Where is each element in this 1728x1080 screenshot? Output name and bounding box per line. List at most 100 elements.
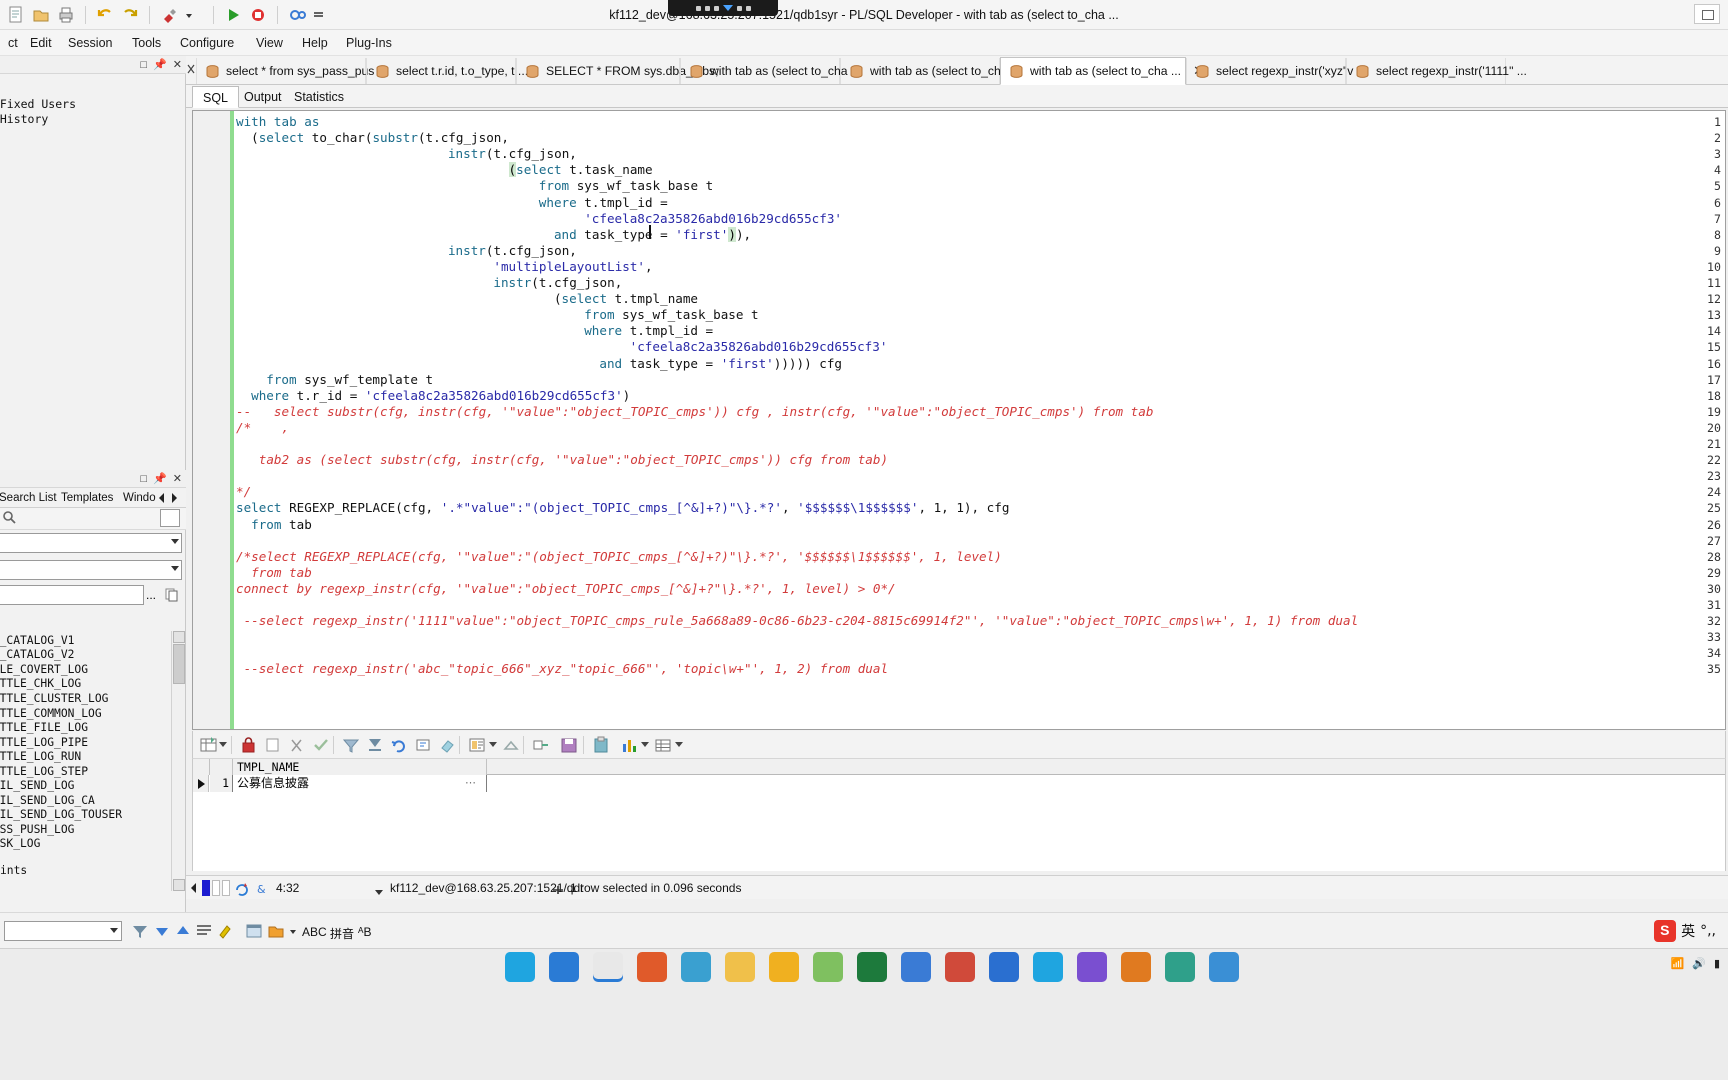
blue-circle-icon[interactable] <box>1209 952 1239 982</box>
code-line[interactable]: instr(t.cfg_json, <box>448 146 577 162</box>
code-line[interactable]: and task_type = 'first'))))) cfg <box>599 356 842 372</box>
close-icon[interactable]: ✕ <box>173 58 182 71</box>
tab-sql[interactable]: SQL <box>192 86 240 108</box>
tab-templates[interactable]: Templates <box>56 489 118 507</box>
chevron-down-icon[interactable] <box>641 742 649 747</box>
network-icon[interactable]: 📶 <box>1671 957 1685 970</box>
word-wps-icon[interactable] <box>945 952 975 982</box>
table-icon[interactable] <box>653 735 673 755</box>
menu-item-session[interactable]: Session <box>60 30 120 56</box>
eraser-icon[interactable] <box>437 735 457 755</box>
list-icon[interactable] <box>194 921 214 941</box>
filter-input[interactable] <box>0 585 144 605</box>
code-line[interactable]: 'multipleLayoutList', <box>493 259 652 275</box>
editor-tab-2[interactable]: SELECT * FROM sys.dba_jobs; <box>516 58 719 84</box>
list-item[interactable]: MAIL_SEND_LOG_TOUSER <box>0 808 122 823</box>
ellipsis-button[interactable]: ... <box>146 588 156 602</box>
code-line[interactable]: */ <box>236 484 251 500</box>
cell-tmpl-name[interactable]: 公募信息披露 <box>233 775 487 792</box>
editor-tab-1[interactable]: select t.r.id, t.o_type, t ... <box>366 58 528 84</box>
code-line[interactable]: from tab <box>251 565 312 581</box>
browser-row-history[interactable]: d History <box>0 112 48 127</box>
chrome-icon[interactable] <box>549 952 579 982</box>
sql-code-editor[interactable]: 1 2 3 4 5 6 7 8 9 10 11 12 13 14 15 16 17 18 19 20 21 22 23 24 2… <box>192 110 1726 730</box>
menu-item-help[interactable]: Help <box>294 30 336 56</box>
code-line[interactable]: tab2 as (select substr(cfg, instr(cfg, '… <box>236 452 888 468</box>
code-line[interactable]: connect by regexp_instr(cfg, '"value":"o… <box>236 581 896 597</box>
prev-arrow-icon[interactable] <box>156 491 168 505</box>
editor-tab-6[interactable]: select regexp_instr('xyz"v ... <box>1186 58 1367 84</box>
purple-app-icon[interactable] <box>1077 952 1107 982</box>
copy-icon[interactable] <box>263 735 283 755</box>
location-icon[interactable] <box>681 952 711 982</box>
list-item[interactable]: CA_CATALOG_V1 <box>0 634 74 649</box>
tab-output[interactable]: Output <box>234 86 292 108</box>
code-line[interactable]: /* , <box>236 420 289 436</box>
chevron-down-icon[interactable] <box>489 742 497 747</box>
search-mini-input[interactable] <box>160 509 180 527</box>
code-line[interactable]: 'cfeela8c2a35826abd016b29cd655cf3' <box>630 339 888 355</box>
restore-window-button[interactable] <box>1694 4 1720 24</box>
sort-down-icon[interactable] <box>152 921 172 941</box>
menu-item-plugins[interactable]: Plug-Ins <box>338 30 400 56</box>
code-line[interactable]: and task_type = 'first')), <box>554 226 751 243</box>
object-type-combo[interactable] <box>0 533 182 553</box>
check-icon[interactable] <box>311 735 331 755</box>
code-line[interactable]: instr(t.cfg_json, <box>448 243 577 259</box>
file-explorer-icon[interactable] <box>725 952 755 982</box>
code-line[interactable]: from tab <box>251 517 312 533</box>
code-line[interactable]: from sys_wf_task_base t <box>584 307 758 323</box>
list-item[interactable]: KETTLE_LOG_STEP <box>0 765 88 780</box>
ime-extra[interactable]: °,, <box>1700 923 1716 939</box>
menu-item-edit[interactable]: Edit <box>22 30 60 56</box>
sogou-logo-icon[interactable] <box>1654 920 1677 942</box>
music-icon[interactable] <box>637 952 667 982</box>
filter-down-icon[interactable] <box>341 735 361 755</box>
list-item[interactable]: MAIL_SEND_LOG_CA <box>0 794 95 809</box>
paste-icon[interactable] <box>591 735 611 755</box>
teal-app-icon[interactable] <box>1165 952 1195 982</box>
tab-statistics[interactable]: Statistics <box>284 86 354 108</box>
sort-up-icon[interactable] <box>173 921 193 941</box>
pin-icon[interactable] <box>552 884 564 894</box>
tab-windows[interactable]: Windo <box>118 489 161 507</box>
lock-icon[interactable] <box>239 735 259 755</box>
editor-tab-3[interactable]: with tab as (select to_cha ... <box>680 58 861 84</box>
table-row[interactable]: 1 公募信息披露 ⋯ <box>193 775 1725 792</box>
docs-icon[interactable] <box>989 952 1019 982</box>
code-line[interactable]: where t.tmpl_id = <box>539 195 668 211</box>
code-line[interactable]: --select regexp_instr('abc_"topic_666"_x… <box>236 661 888 677</box>
code-line[interactable]: (select to_char(substr(t.cfg_json, <box>251 130 509 146</box>
owner-combo[interactable] <box>0 560 182 580</box>
code-line[interactable]: --select regexp_instr('1111"value":"obje… <box>236 613 1359 629</box>
list-item[interactable]: TASK_LOG <box>0 837 40 852</box>
code-line[interactable]: where t.r_id = 'cfeela8c2a35826abd016b29… <box>251 388 630 404</box>
menu-item-view[interactable]: View <box>248 30 291 56</box>
maximize-icon[interactable]: □ <box>140 473 147 485</box>
editor-tab-4[interactable]: with tab as (select to_cha ... <box>840 58 1021 84</box>
tabstrip-close-icon[interactable] <box>186 62 196 76</box>
form-view-icon[interactable] <box>467 735 487 755</box>
browser-row-fixed-users[interactable]: d Fixed Users <box>0 97 76 112</box>
edge-blue-icon[interactable] <box>505 952 535 982</box>
code-line[interactable]: select REGEXP_REPLACE(cfg, '.*"value":"(… <box>236 500 1009 516</box>
code-line[interactable]: from sys_wf_template t <box>266 372 433 388</box>
next-arrow-icon[interactable] <box>168 491 180 505</box>
window-drag-chip[interactable] <box>668 0 778 16</box>
list-item[interactable]: PASS_PUSH_LOG <box>0 823 74 838</box>
close-icon[interactable]: ✕ <box>173 472 182 485</box>
list-item[interactable]: CA_CATALOG_V2 <box>0 648 74 663</box>
pin-icon[interactable]: 📌 <box>153 472 167 485</box>
status-prev-icon[interactable] <box>188 881 200 895</box>
filter-down-icon[interactable] <box>130 921 150 941</box>
ime-indicator[interactable]: 英 °,, <box>1654 919 1716 943</box>
list-item[interactable]: KETTLE_LOG_PIPE <box>0 736 88 751</box>
search-icon[interactable] <box>2 510 18 526</box>
folder-icon[interactable] <box>266 921 286 941</box>
refresh-icon[interactable] <box>234 881 250 897</box>
editor-tab-0[interactable]: select * from sys_pass_pus ... <box>196 58 388 84</box>
list-item[interactable]: KETTLE_FILE_LOG <box>0 721 88 736</box>
cut-icon[interactable] <box>287 735 307 755</box>
code-line[interactable]: from sys_wf_task_base t <box>539 178 713 194</box>
code-line[interactable]: instr(t.cfg_json, <box>493 275 622 291</box>
